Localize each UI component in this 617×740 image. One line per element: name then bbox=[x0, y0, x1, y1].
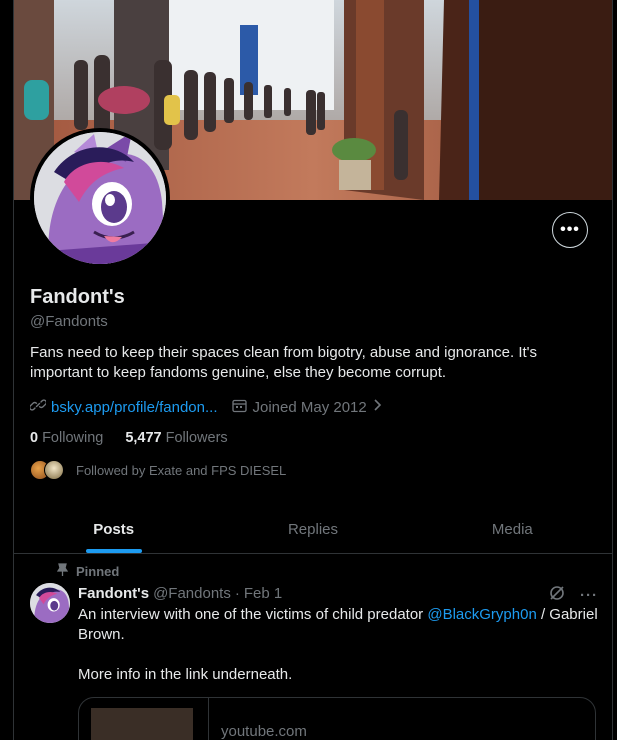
following-label: Following bbox=[42, 430, 104, 446]
followers-count: 5,477 bbox=[125, 430, 162, 446]
card-domain: youtube.com bbox=[221, 723, 307, 740]
active-tab-indicator bbox=[85, 549, 142, 553]
profile-display-name: Fandont's bbox=[30, 286, 125, 308]
profile-more-button[interactable]: ••• bbox=[552, 212, 588, 248]
pin-icon bbox=[56, 563, 69, 579]
post-header: Fandont's @Fandonts · Feb 1 bbox=[78, 585, 282, 602]
post-author-handle[interactable]: @Fandonts bbox=[153, 585, 231, 602]
grok-icon[interactable] bbox=[548, 584, 566, 606]
post-text-spacer bbox=[78, 645, 598, 665]
profile-meta-row: bsky.app/profile/fandon... Joined May 20… bbox=[29, 397, 383, 417]
link-preview-card[interactable]: youtube.com bbox=[78, 697, 596, 740]
following-count: 0 bbox=[30, 430, 39, 446]
profile-handle: @Fandonts bbox=[30, 313, 108, 330]
follow-stats: 0 Following 5,477 Followers bbox=[30, 430, 228, 446]
follower-avatar bbox=[44, 460, 64, 480]
profile-link[interactable]: bsky.app/profile/fandon... bbox=[51, 399, 218, 416]
profile-page: ••• Fandont's @Fandonts Fans need to kee… bbox=[0, 0, 617, 740]
profile-avatar[interactable] bbox=[30, 128, 170, 268]
tab-replies[interactable]: Replies bbox=[213, 505, 412, 553]
tab-posts[interactable]: Posts bbox=[14, 505, 213, 553]
profile-bio: Fans need to keep their spaces clean fro… bbox=[30, 344, 538, 381]
profile-tabs: Posts Replies Media bbox=[14, 505, 612, 554]
post-body: An interview with one of the victims of … bbox=[78, 605, 598, 685]
post-date[interactable]: Feb 1 bbox=[244, 585, 282, 602]
post-author-avatar[interactable] bbox=[30, 583, 70, 623]
post-text-before: An interview with one of the victims of … bbox=[78, 606, 428, 623]
pinned-indicator: Pinned bbox=[56, 563, 120, 579]
post-text-line1: An interview with one of the victims of … bbox=[78, 605, 598, 645]
chevron-right-icon[interactable] bbox=[373, 398, 383, 416]
post-actions-top: ··· bbox=[548, 584, 598, 606]
post-mention-link[interactable]: @BlackGryph0n bbox=[427, 606, 536, 623]
followed-by-row[interactable]: Followed by Exate and FPS DIESEL bbox=[30, 460, 286, 480]
followers-label: Followers bbox=[165, 430, 228, 446]
link-icon bbox=[29, 397, 47, 417]
tab-label: Replies bbox=[287, 520, 338, 538]
post-more-icon[interactable]: ··· bbox=[580, 587, 598, 604]
calendar-icon bbox=[231, 398, 247, 417]
more-icon: ••• bbox=[560, 221, 580, 238]
profile-joined-date: Joined May 2012 bbox=[252, 398, 367, 416]
card-divider bbox=[208, 698, 209, 740]
followed-by-text: Followed by Exate and FPS DIESEL bbox=[76, 462, 287, 478]
card-thumbnail bbox=[91, 708, 193, 740]
following-link[interactable]: 0 Following bbox=[30, 430, 103, 446]
avatar-image bbox=[34, 132, 166, 264]
tab-label: Media bbox=[491, 520, 533, 538]
pinned-label: Pinned bbox=[76, 563, 120, 579]
post-text-line2: More info in the link underneath. bbox=[78, 666, 293, 683]
post-separator: · bbox=[234, 585, 240, 602]
followers-link[interactable]: 5,477 Followers bbox=[125, 430, 227, 446]
tab-media[interactable]: Media bbox=[413, 505, 612, 553]
tab-label: Posts bbox=[93, 520, 135, 538]
column-border-right bbox=[612, 0, 613, 740]
post-author-name[interactable]: Fandont's bbox=[78, 585, 149, 602]
